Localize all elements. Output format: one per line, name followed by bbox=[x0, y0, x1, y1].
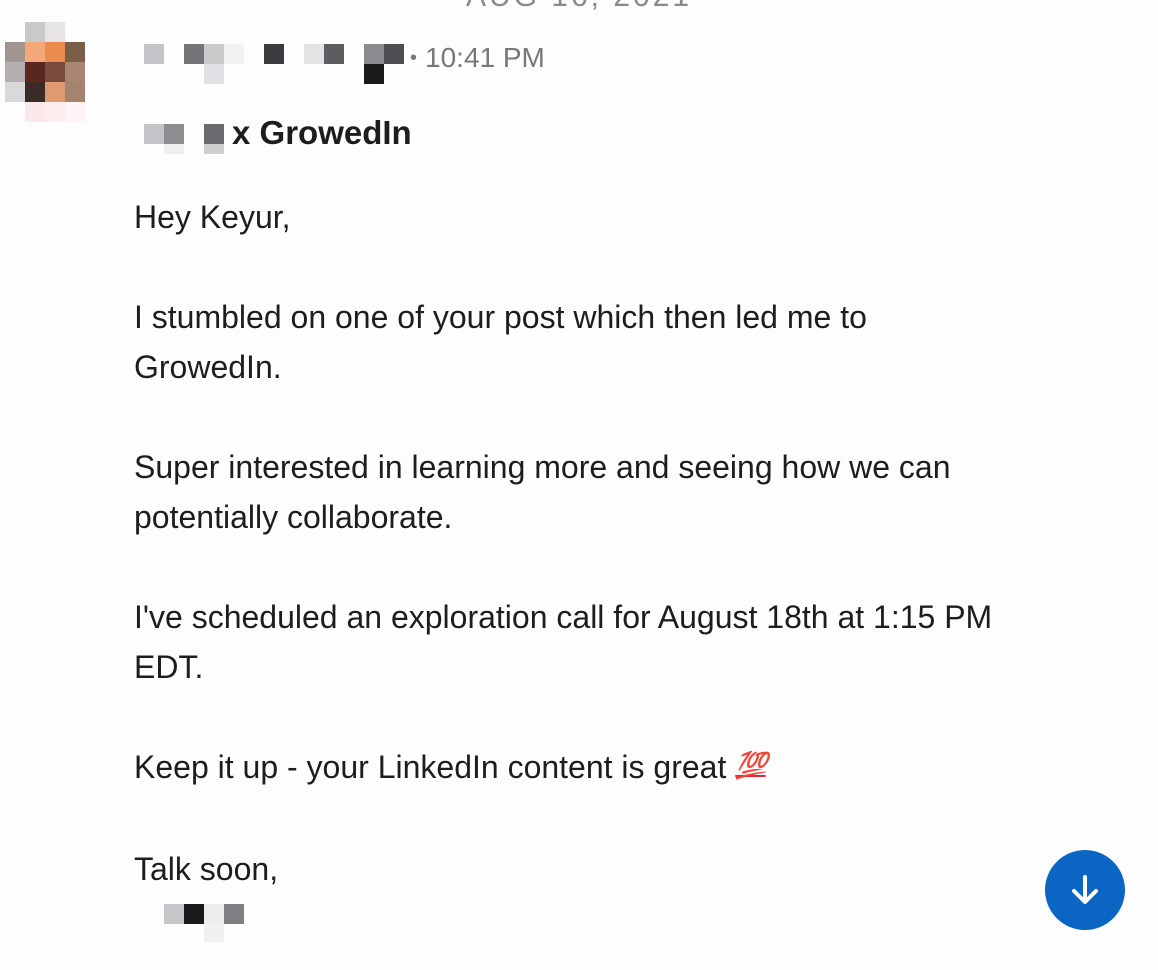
message-subject: x GrowedIn bbox=[232, 114, 412, 151]
arrow-down-icon bbox=[1072, 875, 1098, 904]
message-timestamp: 10:41 PM bbox=[425, 42, 545, 73]
message-paragraph: Talk soon, bbox=[134, 851, 279, 887]
message-paragraph-with-emoji: Keep it up - your LinkedIn content is gr… bbox=[134, 742, 1014, 794]
message-view: AUG 16, 2021 • 10:41 PM x GrowedIn Hey K bbox=[0, 0, 1158, 970]
message-body: Hey Keyur, I stumbled on one of your pos… bbox=[134, 192, 1014, 894]
hundred-points-emoji: 💯 bbox=[735, 750, 767, 780]
separator-dot: • bbox=[410, 46, 418, 69]
message-paragraph: Hey Keyur, bbox=[134, 199, 291, 235]
date-divider: AUG 16, 2021 bbox=[0, 0, 1158, 14]
message-paragraph: Super interested in learning more and se… bbox=[134, 449, 951, 535]
scroll-to-bottom-button[interactable] bbox=[1045, 850, 1125, 930]
message-paragraph: I stumbled on one of your post which the… bbox=[134, 299, 867, 385]
sender-avatar[interactable] bbox=[5, 22, 105, 124]
sender-name-redacted[interactable] bbox=[140, 40, 410, 85]
message-paragraph: Keep it up - your LinkedIn content is gr… bbox=[134, 749, 727, 785]
message-paragraph: I've scheduled an exploration call for A… bbox=[134, 599, 993, 685]
message-meta: • 10:41 PM bbox=[410, 38, 545, 78]
subject-prefix-redacted bbox=[140, 124, 230, 154]
signature-redacted bbox=[160, 900, 250, 945]
